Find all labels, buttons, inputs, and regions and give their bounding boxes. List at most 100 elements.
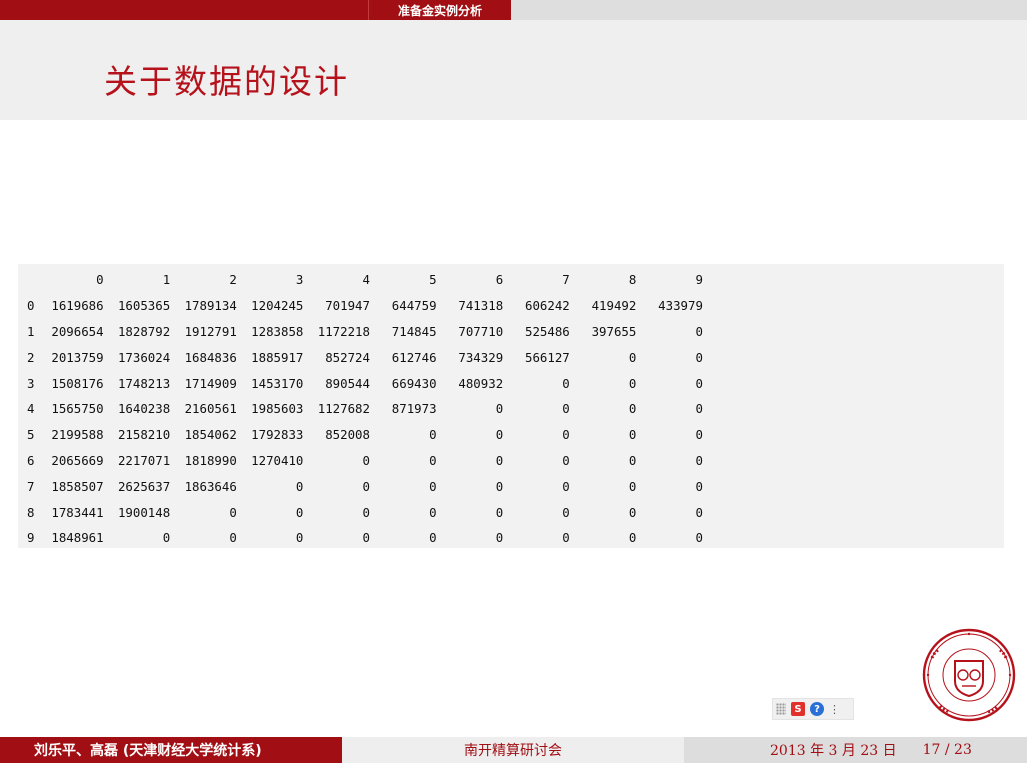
table-cell: 0 [695, 452, 703, 468]
column-header: 5 [429, 272, 437, 288]
table-cell: 1848961 [51, 530, 104, 546]
table-cell: 707710 [458, 323, 504, 339]
table-cell: 0 [429, 427, 437, 443]
page-number: 17 / 23 [922, 742, 972, 758]
row-index-cell: 8 [27, 504, 35, 520]
table-cell: 0 [495, 427, 504, 443]
slide-footer: 刘乐平、高磊 (天津财经大学统计系) 南开精算研讨会 2013 年 3 月 23… [0, 737, 1027, 763]
table-cell: 0 [628, 375, 637, 391]
nav-right-band [511, 0, 1027, 20]
table-cell: 1736024 [117, 349, 171, 365]
table-cell: 0 [695, 375, 703, 391]
header-index-cell [27, 267, 37, 293]
table-cell: 433979 [658, 298, 703, 314]
footer-author: 刘乐平、高磊 (天津财经大学统计系) [0, 737, 342, 763]
table-cell: 525486 [524, 323, 570, 339]
table-cell: 0 [695, 427, 703, 443]
column-header: 6 [495, 272, 504, 288]
table-cell: 0 [495, 401, 504, 417]
sogou-s-icon[interactable]: S [791, 702, 805, 716]
table-cell: 1127682 [317, 401, 370, 417]
table-cell: 0 [562, 478, 570, 494]
row-index-cell: 6 [27, 452, 35, 468]
title-band: 关于数据的设计 [0, 20, 1027, 120]
row-index-cell: 2 [27, 349, 35, 365]
table-cell: 741318 [458, 298, 504, 314]
table-cell: 0 [695, 323, 703, 339]
table-cell: 0 [628, 452, 637, 468]
column-header: 7 [562, 272, 570, 288]
table-cell: 1854062 [184, 427, 237, 443]
table-cell: 566127 [524, 349, 570, 365]
footer-right: 2013 年 3 月 23 日 17 / 23 [684, 737, 1027, 763]
table-cell: 1605365 [117, 298, 171, 314]
row-index-cell: 5 [27, 427, 35, 443]
help-icon[interactable]: ? [810, 702, 824, 716]
table-cell: 419492 [591, 298, 637, 314]
column-header: 2 [229, 272, 237, 288]
table-cell: 1640238 [117, 401, 171, 417]
table-cell: 0 [562, 401, 570, 417]
top-navigation-bar: 准备金实例分析 [0, 0, 1027, 20]
table-cell: 1283858 [251, 323, 304, 339]
table-row: 2 2013759 1736024 1684836 1885917 852724 61274… [27, 344, 703, 370]
table-cell: 0 [695, 349, 703, 365]
nav-current-section[interactable]: 准备金实例分析 [368, 0, 511, 20]
table-cell: 1619686 [51, 298, 104, 314]
table-cell: 0 [495, 478, 504, 494]
university-seal-icon [922, 628, 1016, 722]
table-cell: 612746 [391, 349, 437, 365]
table-row: 9 1848961 0 0 0 0 0 0 0 0 0 [27, 525, 703, 551]
column-header: 0 [96, 272, 104, 288]
table-cell: 2013759 [51, 349, 104, 365]
table-cell: 0 [362, 452, 370, 468]
table-cell: 0 [295, 504, 304, 520]
table-row: 0 1619686 1605365 1789134 1204245 701947 64475… [27, 293, 703, 319]
table-cell: 714845 [391, 323, 437, 339]
table-cell: 0 [562, 504, 570, 520]
table-cell: 1858507 [51, 478, 104, 494]
table-cell: 644759 [391, 298, 437, 314]
slide-title: 关于数据的设计 [104, 62, 349, 101]
table-cell: 0 [695, 401, 703, 417]
row-index-cell: 4 [27, 401, 35, 417]
table-row: 7 1858507 2625637 1863646 0 0 0 0 0 0 0 [27, 473, 703, 499]
input-method-toolbar[interactable]: S ? ⋮ [772, 698, 854, 720]
column-header: 9 [695, 272, 703, 288]
table-cell: 0 [695, 530, 703, 546]
table-cell: 1792833 [251, 427, 304, 443]
column-header: 3 [295, 272, 304, 288]
footer-event: 南开精算研讨会 [342, 737, 684, 763]
table-cell: 0 [495, 504, 504, 520]
table-cell: 0 [628, 530, 637, 546]
table-cell: 1885917 [251, 349, 304, 365]
table-row: 8 1783441 1900148 0 0 0 0 0 0 0 0 [27, 499, 703, 525]
row-index-cell: 1 [27, 323, 35, 339]
table-row: 5 2199588 2158210 1854062 1792833 852008 0 0 0 0 0 [27, 422, 703, 448]
table-cell: 2096654 [51, 323, 104, 339]
table-cell: 701947 [325, 298, 370, 314]
table-cell: 2199588 [51, 427, 104, 443]
more-icon[interactable]: ⋮ [829, 704, 840, 715]
table-cell: 397655 [591, 323, 637, 339]
table-cell: 0 [628, 349, 637, 365]
grip-icon[interactable] [776, 703, 786, 715]
table-cell: 734329 [458, 349, 504, 365]
table-cell: 1453170 [251, 375, 304, 391]
table-cell: 1828792 [117, 323, 171, 339]
table-cell: 0 [695, 504, 703, 520]
data-table-block: 0 1 2 3 4 5 6 7 8 9 0 1619686 1605365 1 7 8 9 1… [18, 264, 1004, 548]
table-cell: 1985603 [251, 401, 304, 417]
table-cell: 1508176 [51, 375, 104, 391]
table-cell: 0 [628, 478, 637, 494]
table-header-row: 0 1 2 3 4 5 6 7 8 9 [27, 267, 703, 293]
table-cell: 871973 [391, 401, 437, 417]
column-header: 8 [628, 272, 637, 288]
table-cell: 0 [562, 530, 570, 546]
row-index-cell: 3 [27, 375, 35, 391]
table-cell: 0 [362, 530, 370, 546]
table-cell: 0 [429, 504, 437, 520]
table-cell: 2160561 [184, 401, 237, 417]
table-cell: 0 [628, 427, 637, 443]
nav-left-band [0, 0, 368, 20]
